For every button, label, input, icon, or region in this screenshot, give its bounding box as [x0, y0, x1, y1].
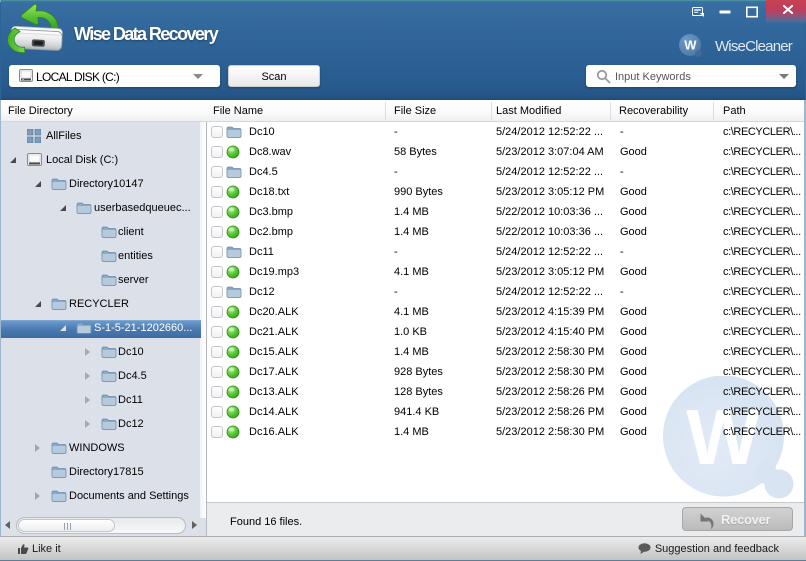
svg-text:W: W — [684, 38, 697, 53]
